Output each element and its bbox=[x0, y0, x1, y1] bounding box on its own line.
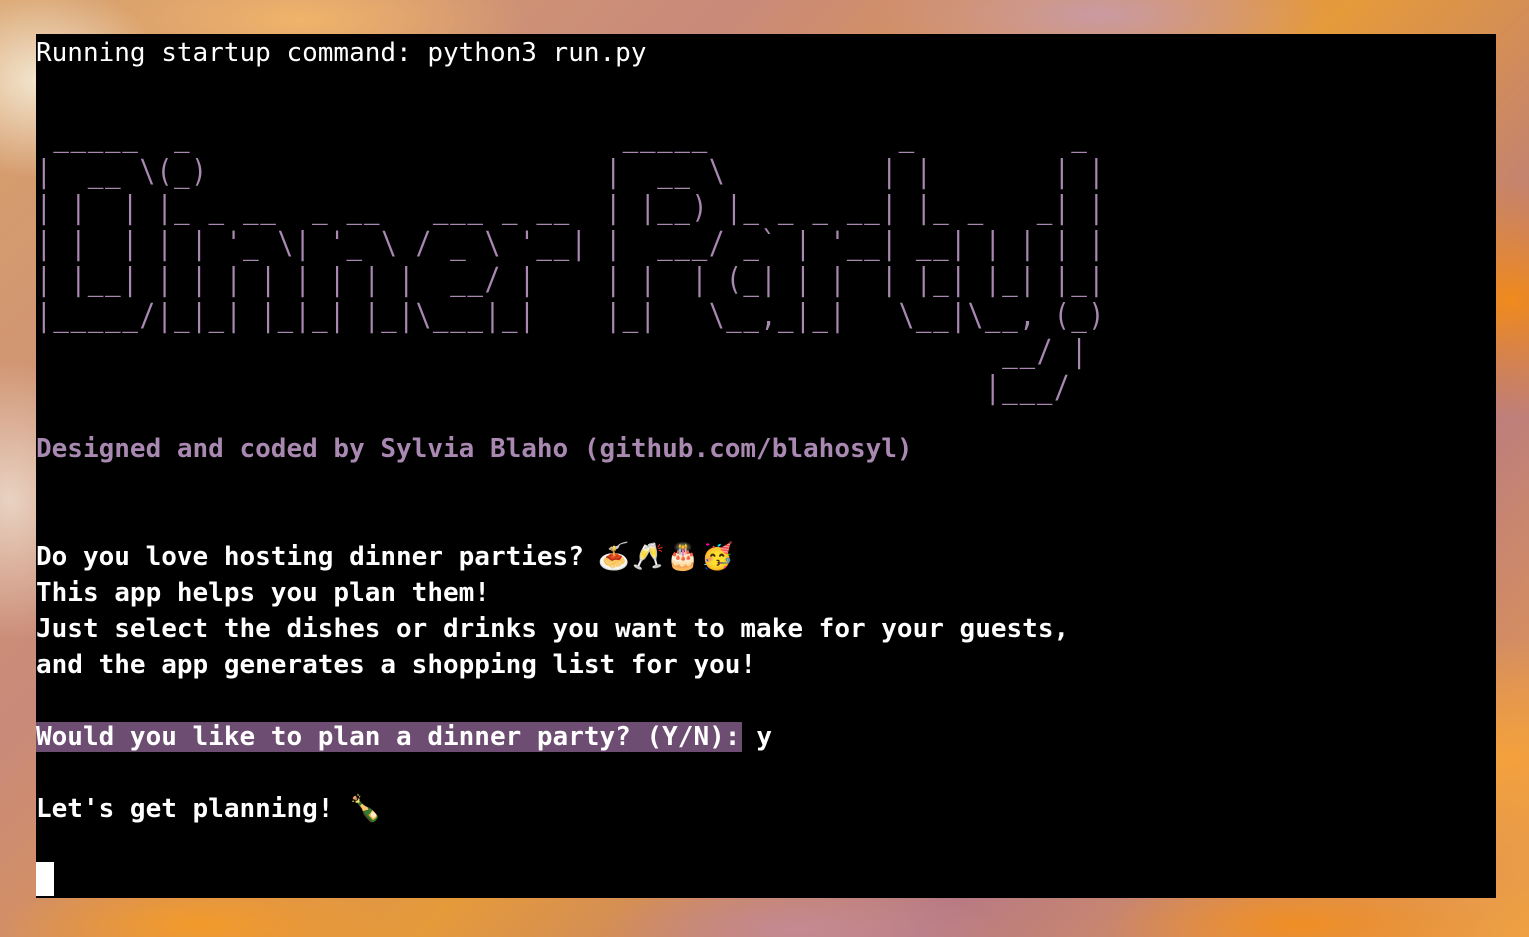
intro-text-1: Do you love hosting dinner parties? bbox=[36, 542, 584, 572]
text-cursor[interactable] bbox=[36, 862, 54, 896]
plan-party-prompt: Would you like to plan a dinner party? (… bbox=[36, 722, 743, 752]
credit-line: Designed and coded by Sylvia Blaho (gith… bbox=[36, 434, 913, 464]
ascii-banner: _____ _ _____ _ _ | __ \(_) | __ \ | | |… bbox=[36, 118, 1106, 406]
prompt-row[interactable]: Would you like to plan a dinner party? (… bbox=[36, 720, 772, 754]
champagne-bottle-icon: 🍾 bbox=[349, 794, 382, 824]
intro-line-3: Just select the dishes or drinks you wan… bbox=[36, 614, 1070, 644]
dinner-emoji-icons: 🍝🥂🎂🥳 bbox=[597, 542, 736, 572]
intro-line-1: Do you love hosting dinner parties? 🍝🥂🎂🥳 bbox=[36, 540, 735, 574]
confirmation-text: Let's get planning! bbox=[36, 794, 334, 824]
user-answer-input[interactable]: y bbox=[756, 722, 772, 752]
startup-command-line: Running startup command: python3 run.py bbox=[36, 38, 647, 68]
terminal-window[interactable]: Running startup command: python3 run.py … bbox=[36, 34, 1496, 898]
intro-line-4: and the app generates a shopping list fo… bbox=[36, 650, 757, 680]
confirmation-line: Let's get planning! 🍾 bbox=[36, 792, 381, 826]
intro-line-2: This app helps you plan them! bbox=[36, 578, 490, 608]
